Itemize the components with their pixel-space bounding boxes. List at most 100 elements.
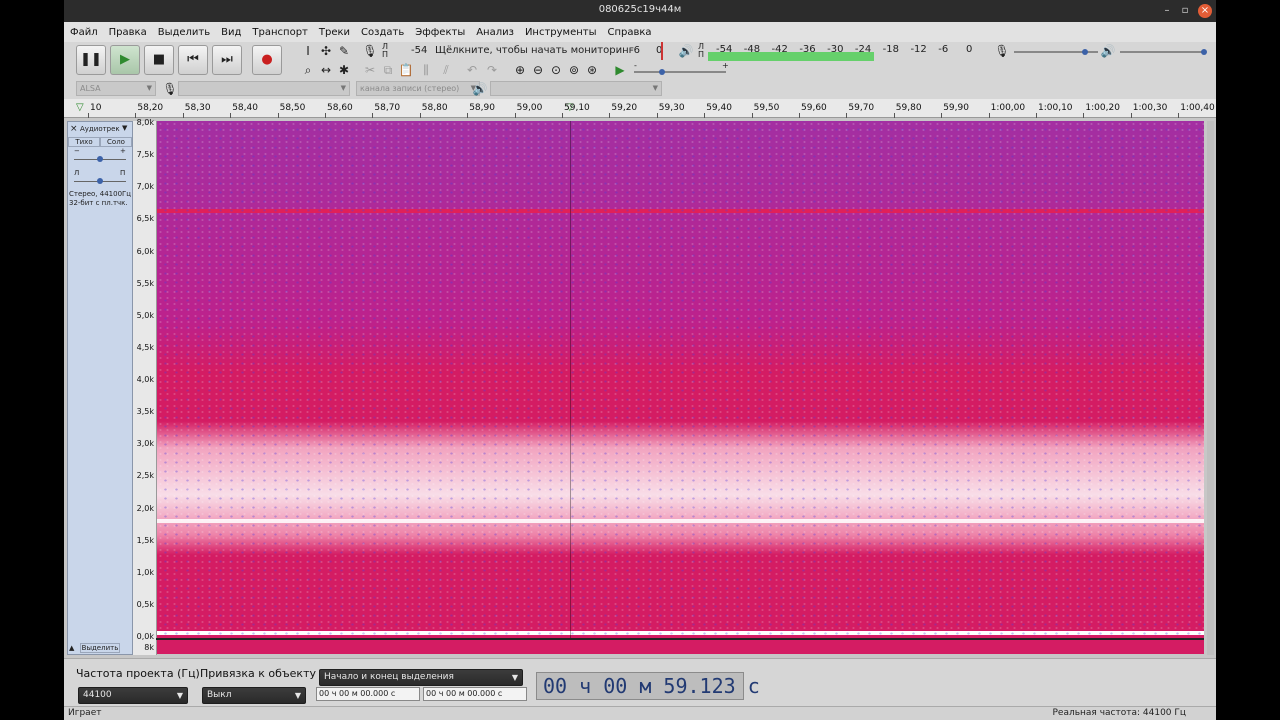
frequency-tick-label: 3,0k [136, 439, 154, 449]
gain-knob[interactable] [97, 156, 103, 162]
menu-analyze[interactable]: Анализ [476, 27, 514, 38]
frequency-tick-label: 5,0k [136, 310, 154, 320]
play-at-speed-icon[interactable]: ▶ [612, 62, 628, 78]
rec-meter-hint[interactable]: Щёлкните, чтобы начать мониторинг [435, 45, 634, 56]
zoom-toggle-icon[interactable]: ⊛ [584, 62, 600, 78]
stop-button[interactable]: ■ [144, 45, 174, 75]
zoom-in-icon[interactable]: ⊕ [512, 62, 528, 78]
play-meter-scale-label: -54 [716, 44, 733, 55]
timeline-tick-label: 59,50 [753, 103, 780, 113]
timeline-tick-label: 58,60 [327, 103, 353, 113]
track-area: × Аудиотрек ▼ Тихо Соло − + Л П Стерео, … [64, 118, 1216, 658]
menu-select[interactable]: Выделить [158, 27, 210, 38]
snap-label: Привязка к объекту [200, 667, 316, 680]
record-button[interactable]: ● [252, 45, 282, 75]
spectrogram[interactable] [157, 121, 1204, 638]
menu-bar: Файл Правка Выделить Вид Транспорт Треки… [64, 22, 1216, 42]
undo-icon[interactable]: ↶ [464, 62, 480, 78]
redo-icon[interactable]: ↷ [484, 62, 500, 78]
track-menu-icon[interactable]: ▼ [122, 124, 127, 132]
pan-knob[interactable] [97, 178, 103, 184]
play-volume-slider[interactable] [1120, 51, 1204, 53]
play-speed-minus: - [634, 61, 637, 70]
frequency-tick-label: 8,0k [136, 118, 154, 127]
vertical-scrollbar[interactable] [1207, 121, 1214, 655]
track-name[interactable]: Аудиотрек [80, 125, 120, 133]
menu-file[interactable]: Файл [70, 27, 98, 38]
collapse-track-icon[interactable]: ▲ [69, 644, 74, 652]
selection-end-input[interactable]: 00 ч 00 м 00.000 с [423, 687, 527, 701]
frequency-tick-label: 4,0k [136, 375, 154, 384]
play-speed-knob[interactable] [658, 69, 665, 75]
menu-effects[interactable]: Эффекты [415, 27, 465, 38]
play-meter-scale-label: -12 [910, 44, 927, 55]
fit-project-icon[interactable]: ⊚ [566, 62, 582, 78]
frequency-tick-label: 2,5k [136, 471, 154, 481]
timeshift-tool-icon[interactable]: ↔ [318, 62, 334, 78]
select-track-button[interactable]: Выделить [80, 643, 120, 653]
play-meter-right-label: П [698, 50, 705, 59]
frequency-tick-label: 8k [144, 643, 154, 652]
play-speed-plus: + [722, 61, 729, 70]
menu-tools[interactable]: Инструменты [525, 27, 597, 38]
selection-mode-value: Начало и конец выделения [324, 672, 454, 682]
solo-button[interactable]: Соло [100, 137, 132, 147]
audio-host-select[interactable]: ALSA ▼ [76, 81, 156, 96]
rec-device-icon: 🎙 [162, 82, 178, 96]
menu-edit[interactable]: Правка [109, 27, 147, 38]
timeline-ruler[interactable]: ▽ ▽ 10 58,20 58,30 58,40 58,50 58,60 58,70 58,8… [64, 99, 1216, 118]
track-close-button[interactable]: × [70, 124, 78, 134]
spectrogram-second-channel[interactable] [157, 640, 1204, 654]
chevron-down-icon: ▼ [652, 84, 658, 92]
rec-volume-knob[interactable] [1082, 49, 1089, 55]
menu-transport[interactable]: Транспорт [252, 27, 307, 38]
timeline-tick-label: 59,30 [658, 103, 685, 113]
play-speed-slider[interactable] [634, 71, 726, 73]
cut-icon[interactable]: ✂ [362, 62, 378, 78]
audio-position-display[interactable]: 00 ч 00 м 59.123 с [536, 672, 760, 700]
maximize-icon[interactable]: ▫ [1178, 4, 1192, 18]
play-volume-knob[interactable] [1201, 49, 1207, 55]
play-button[interactable]: ▶ [110, 45, 140, 75]
snap-select[interactable]: Выкл ▼ [202, 687, 306, 704]
multi-tool-icon[interactable]: ✱ [336, 62, 352, 78]
zoom-tool-icon[interactable]: ⌕ [300, 62, 316, 78]
timeline-tick-label: 58,50 [279, 103, 306, 113]
chevron-down-icon: ▼ [146, 84, 152, 92]
gain-plus-label: + [120, 147, 126, 155]
fit-selection-icon[interactable]: ⊙ [548, 62, 564, 78]
menu-generate[interactable]: Создать [361, 27, 404, 38]
mute-button[interactable]: Тихо [68, 137, 100, 147]
timeline-tick-label: 1:00,40 [1180, 103, 1215, 113]
close-icon[interactable]: × [1198, 4, 1212, 18]
playhead-line [570, 121, 571, 638]
envelope-tool-icon[interactable]: ✣ [318, 43, 334, 59]
pause-icon: ❚❚ [80, 52, 102, 67]
skip-start-button[interactable]: ⏮ [178, 45, 208, 75]
timeline-tick-label: 58,90 [469, 103, 495, 113]
timeline-tick-label: 59,20 [611, 103, 638, 113]
menu-view[interactable]: Вид [221, 27, 241, 38]
silence-icon[interactable]: ⫽ [438, 62, 454, 78]
selection-mode-select[interactable]: Начало и конец выделения ▼ [319, 669, 523, 686]
audio-host-value: ALSA [80, 84, 101, 93]
selection-tool-icon[interactable]: I [300, 43, 316, 59]
minimize-icon[interactable]: – [1160, 4, 1174, 18]
title-bar: 080625с19ч44м – ▫ × [64, 0, 1216, 22]
trim-icon[interactable]: ⫼ [418, 62, 434, 78]
paste-icon[interactable]: 📋 [398, 62, 414, 78]
project-rate-select[interactable]: 44100 ▼ [78, 687, 188, 704]
zoom-out-icon[interactable]: ⊖ [530, 62, 546, 78]
pause-button[interactable]: ❚❚ [76, 45, 106, 75]
selection-start-input[interactable]: 00 ч 00 м 00.000 с [316, 687, 420, 701]
play-device-select[interactable]: ▼ [490, 81, 662, 96]
menu-help[interactable]: Справка [608, 27, 652, 38]
rec-channels-select[interactable]: канала записи (стерео) ▼ [356, 81, 480, 96]
draw-tool-icon[interactable]: ✎ [336, 43, 352, 59]
chevron-down-icon: ▼ [176, 691, 183, 700]
rec-device-select[interactable]: ▼ [178, 81, 350, 96]
skip-end-button[interactable]: ⏭ [212, 45, 242, 75]
copy-icon[interactable]: ⧉ [380, 62, 396, 78]
menu-tracks[interactable]: Треки [319, 27, 350, 38]
frequency-tick-label: 2,0k [136, 503, 154, 513]
